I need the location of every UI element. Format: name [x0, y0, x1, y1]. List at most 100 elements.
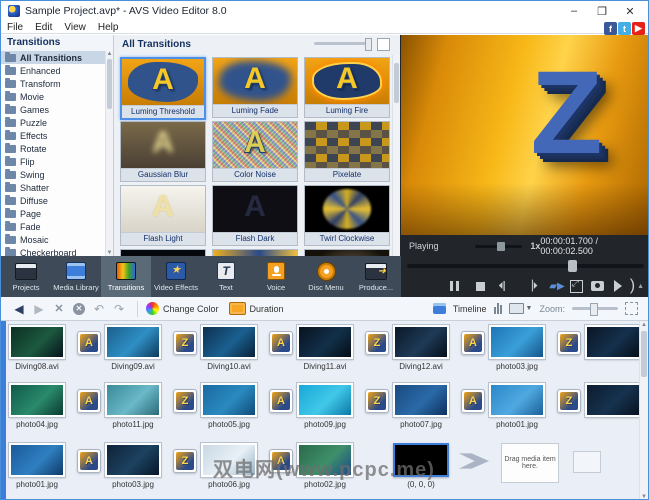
category-fade[interactable]: Fade: [1, 220, 105, 233]
category-transform[interactable]: Transform: [1, 77, 105, 90]
storyboard-transition[interactable]: Z: [365, 389, 389, 413]
storyboard-clip[interactable]: Diving08.avi: [9, 325, 65, 359]
transition-luming-fade[interactable]: A Luming Fade: [212, 57, 298, 118]
category-swing[interactable]: Swing: [1, 168, 105, 181]
storyboard-scrollbar[interactable]: ▲ ▼: [639, 321, 648, 500]
volume-caret-icon[interactable]: ▲: [637, 283, 644, 290]
storyboard-clip[interactable]: photo03.jpg: [489, 325, 545, 359]
transition-tile-partial[interactable]: [120, 249, 206, 256]
scroll-up-icon[interactable]: ▲: [640, 322, 648, 328]
storyboard-transition[interactable]: A: [269, 389, 293, 413]
menu-help[interactable]: Help: [98, 22, 119, 33]
seek-bar[interactable]: [407, 261, 644, 271]
fullscreen-button[interactable]: [570, 280, 583, 293]
maximize-button[interactable]: ❐: [588, 1, 616, 21]
back-button[interactable]: ◀: [9, 300, 29, 318]
close-button[interactable]: ✕: [616, 1, 644, 21]
display-mode-dropdown[interactable]: ▼: [509, 303, 533, 314]
empty-slot[interactable]: [573, 451, 601, 473]
menu-edit[interactable]: Edit: [35, 22, 52, 33]
twitter-icon[interactable]: t: [618, 22, 631, 35]
category-enhanced[interactable]: Enhanced: [1, 64, 105, 77]
transition-gaussian-blur[interactable]: A Gaussian Blur: [120, 121, 206, 182]
play-to-marker-button[interactable]: ▰▶: [544, 277, 570, 295]
snapshot-button[interactable]: [591, 281, 604, 291]
category-movie[interactable]: Movie: [1, 90, 105, 103]
transition-twirl-clockwise[interactable]: Twirl Clockwise: [304, 185, 390, 246]
delete-button[interactable]: ✕: [49, 300, 69, 318]
category-scrollbar[interactable]: ▲ ▼: [105, 51, 113, 256]
storyboard-clip[interactable]: photo01.jpg: [489, 383, 545, 417]
storyboard-clip[interactable]: photo07.jpg: [393, 383, 449, 417]
storyboard-clip[interactable]: Diving09.avi: [105, 325, 161, 359]
storyboard-clip[interactable]: Diving12.avi: [393, 325, 449, 359]
transition-flash-dark[interactable]: A Flash Dark: [212, 185, 298, 246]
tab-disc-menu[interactable]: Disc Menu: [301, 256, 351, 297]
fit-to-screen-button[interactable]: [625, 302, 638, 315]
storyboard-transition[interactable]: Z: [557, 331, 581, 355]
duration-button[interactable]: Duration: [250, 304, 284, 314]
storyboard-clip[interactable]: photo04.jpg: [9, 383, 65, 417]
transition-luming-threshold[interactable]: A Luming Threshold: [120, 57, 206, 120]
storyboard-transition[interactable]: A: [269, 331, 293, 355]
stop-button[interactable]: [468, 277, 494, 295]
delete-all-button[interactable]: ✕: [69, 300, 89, 318]
transition-color-noise[interactable]: A Color Noise: [212, 121, 298, 182]
next-frame-button[interactable]: ▕⏵: [519, 277, 545, 295]
transition-luming-fire[interactable]: A Luming Fire: [304, 57, 390, 118]
storyboard-transition[interactable]: A: [461, 331, 485, 355]
storyboard-clip[interactable]: [585, 325, 641, 359]
transition-tile-partial[interactable]: [304, 249, 390, 256]
storyboard-transition[interactable]: Z: [557, 389, 581, 413]
transition-flash-light[interactable]: A Flash Light: [120, 185, 206, 246]
thumbnail-size-slider[interactable]: [314, 42, 372, 45]
storyboard-clip[interactable]: photo01.jpg: [9, 443, 65, 477]
video-frame[interactable]: Z: [401, 35, 649, 235]
storyboard-transition[interactable]: Z: [173, 449, 197, 473]
category-effects[interactable]: Effects: [1, 129, 105, 142]
tab-video-effects[interactable]: Video Effects: [151, 256, 201, 297]
scroll-up-icon[interactable]: ▲: [106, 51, 113, 57]
category-rotate[interactable]: Rotate: [1, 142, 105, 155]
youtube-icon[interactable]: ▶: [632, 22, 645, 35]
grid-view-button[interactable]: [377, 38, 390, 51]
category-diffuse[interactable]: Diffuse: [1, 194, 105, 207]
transition-pixelate[interactable]: A Pixelate: [304, 121, 390, 182]
redo-button[interactable]: ↷: [109, 300, 129, 318]
zoom-slider[interactable]: [572, 307, 618, 310]
storyboard-clip[interactable]: photo11.jpg: [105, 383, 161, 417]
menu-view[interactable]: View: [64, 22, 86, 33]
scroll-down-icon[interactable]: ▼: [640, 494, 648, 500]
menu-file[interactable]: File: [7, 22, 23, 33]
tab-transitions[interactable]: Transitions: [101, 256, 151, 297]
tab-media-library[interactable]: Media Library: [51, 256, 101, 297]
storyboard-transition[interactable]: Z: [173, 331, 197, 355]
category-games[interactable]: Games: [1, 103, 105, 116]
forward-button[interactable]: ▶: [29, 300, 49, 318]
storyboard-transition[interactable]: A: [77, 389, 101, 413]
seek-handle[interactable]: [568, 260, 577, 272]
storyboard-transition[interactable]: A: [461, 389, 485, 413]
storyboard-transition[interactable]: A: [77, 331, 101, 355]
speed-slider[interactable]: [475, 245, 523, 248]
storyboard-clip[interactable]: photo05.jpg: [201, 383, 257, 417]
undo-button[interactable]: ↶: [89, 300, 109, 318]
tab-voice[interactable]: Voice: [251, 256, 301, 297]
storyboard-clip[interactable]: photo03.jpg: [105, 443, 161, 477]
minimize-button[interactable]: –: [560, 1, 588, 21]
category-flip[interactable]: Flip: [1, 155, 105, 168]
timeline-toggle[interactable]: Timeline: [453, 304, 487, 314]
storyboard-clip[interactable]: [585, 383, 641, 417]
change-color-button[interactable]: Change Color: [163, 304, 219, 314]
tab-produce[interactable]: Produce...: [351, 256, 401, 297]
category-puzzle[interactable]: Puzzle: [1, 116, 105, 129]
storyboard-clip[interactable]: photo09.jpg: [297, 383, 353, 417]
facebook-icon[interactable]: f: [604, 22, 617, 35]
volume-button[interactable]: )▲: [612, 277, 644, 295]
audio-mixer-icon[interactable]: [494, 303, 502, 314]
tab-projects[interactable]: Projects: [1, 256, 51, 297]
category-mosaic[interactable]: Mosaic: [1, 233, 105, 246]
transition-tile-partial[interactable]: [212, 249, 298, 256]
storyboard-transition[interactable]: Z: [173, 389, 197, 413]
storyboard-transition[interactable]: Z: [365, 331, 389, 355]
